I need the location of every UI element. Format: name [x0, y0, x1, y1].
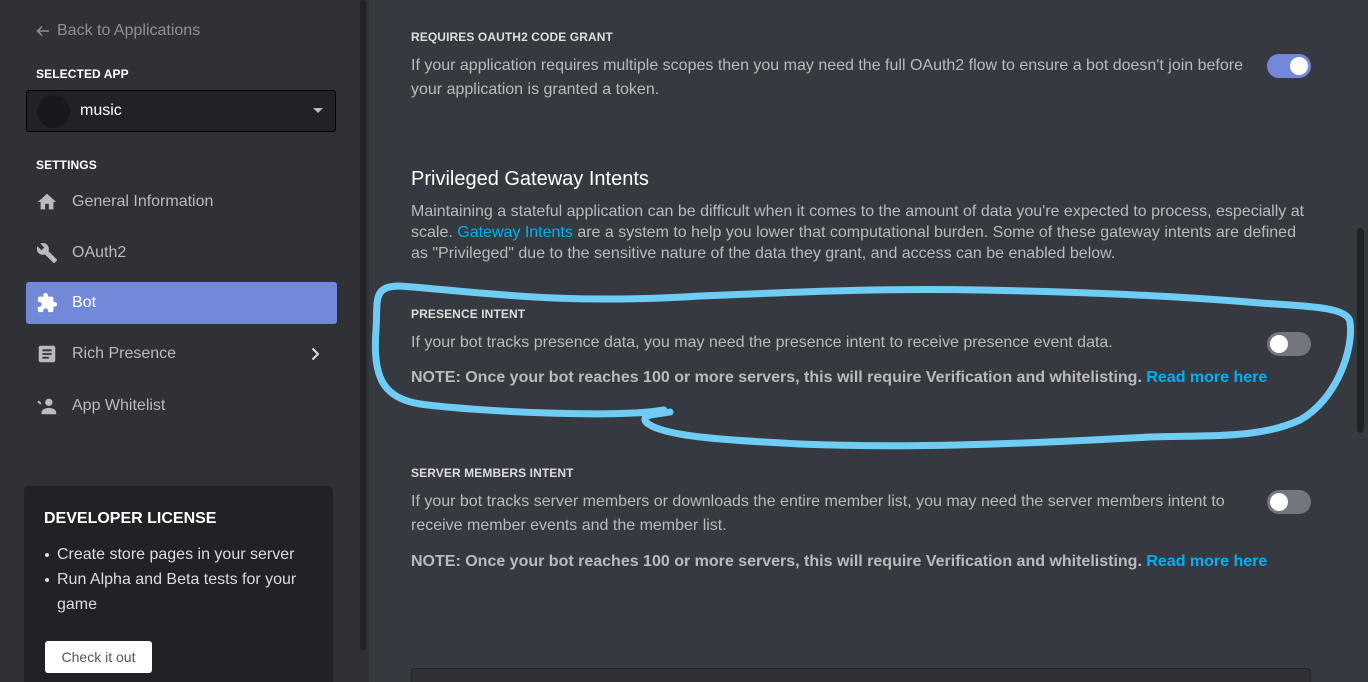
license-title: DEVELOPER LICENSE [44, 510, 217, 527]
developer-license-card: DEVELOPER LICENSE Create store pages in … [24, 486, 333, 682]
sidebar-item-general-information[interactable]: General Information [26, 181, 337, 223]
presence-intent-toggle[interactable] [1267, 332, 1311, 356]
sidebar-scroll-thumb[interactable] [360, 0, 366, 650]
license-bullet: Run Alpha and Beta tests for your game [44, 567, 313, 617]
toggle-knob [1270, 335, 1288, 353]
selected-app-heading: SELECTED APP [36, 67, 129, 81]
user-icon [36, 395, 58, 417]
sidebar-item-label: Rich Presence [72, 345, 177, 362]
chevron-right-icon [311, 347, 320, 361]
presence-intent-description: If your bot tracks presence data, you ma… [411, 334, 1113, 351]
sidebar: Back to Applications SELECTED APP music … [0, 0, 358, 682]
caret-down-icon [313, 108, 323, 113]
sidebar-item-app-whitelist[interactable]: App Whitelist [26, 385, 337, 427]
read-more-link[interactable]: Read more here [1146, 553, 1267, 570]
license-bullet: Create store pages in your server [44, 542, 313, 567]
sidebar-item-label: Bot [72, 294, 97, 311]
presence-intent-title: PRESENCE INTENT [411, 307, 526, 321]
wrench-icon [36, 242, 58, 264]
home-icon [36, 191, 58, 213]
next-section-panel [411, 668, 1311, 682]
license-bullet-list: Create store pages in your server Run Al… [44, 542, 313, 617]
app-window: Back to Applications SELECTED APP music … [0, 0, 1368, 682]
server-members-intent-note: NOTE: Once your bot reaches 100 or more … [411, 553, 1267, 571]
oauth-grant-toggle[interactable] [1267, 54, 1311, 78]
sidebar-item-label: App Whitelist [72, 397, 166, 414]
note-text: NOTE: Once your bot reaches 100 or more … [411, 553, 1142, 570]
oauth-grant-title: REQUIRES OAUTH2 CODE GRANT [411, 30, 613, 44]
server-members-intent-toggle[interactable] [1267, 490, 1311, 514]
app-selector[interactable]: music [26, 90, 336, 132]
sidebar-item-rich-presence[interactable]: Rich Presence [26, 333, 337, 375]
note-text: NOTE: Once your bot reaches 100 or more … [411, 369, 1142, 386]
sidebar-item-label: General Information [72, 193, 214, 210]
app-name: music [80, 102, 122, 119]
arrow-left-icon [36, 25, 49, 37]
main-content: REQUIRES OAUTH2 CODE GRANT If your appli… [369, 0, 1368, 682]
toggle-knob [1290, 57, 1308, 75]
intents-heading: Privileged Gateway Intents [411, 168, 649, 190]
intents-intro: Maintaining a stateful application can b… [411, 201, 1311, 264]
gateway-intents-link[interactable]: Gateway Intents [457, 224, 573, 241]
document-icon [36, 343, 58, 365]
server-members-intent-description: If your bot tracks server members or dow… [411, 493, 1225, 534]
puzzle-icon [36, 292, 58, 314]
oauth-grant-description: If your application requires multiple sc… [411, 57, 1243, 98]
presence-intent-note: NOTE: Once your bot reaches 100 or more … [411, 369, 1267, 387]
sidebar-item-label: OAuth2 [72, 244, 127, 261]
sidebar-scrollbar[interactable] [358, 0, 369, 682]
server-members-intent-title: SERVER MEMBERS INTENT [411, 466, 574, 480]
back-to-applications-link[interactable]: Back to Applications [36, 20, 200, 42]
sidebar-item-bot[interactable]: Bot [26, 282, 337, 324]
main-scroll-thumb[interactable] [1357, 228, 1364, 433]
sidebar-item-oauth2[interactable]: OAuth2 [26, 232, 337, 274]
settings-heading: SETTINGS [36, 158, 97, 172]
check-it-out-button[interactable]: Check it out [45, 641, 152, 673]
app-avatar [37, 94, 70, 128]
toggle-knob [1270, 493, 1288, 511]
back-label: Back to Applications [57, 22, 201, 39]
read-more-link[interactable]: Read more here [1146, 369, 1267, 386]
